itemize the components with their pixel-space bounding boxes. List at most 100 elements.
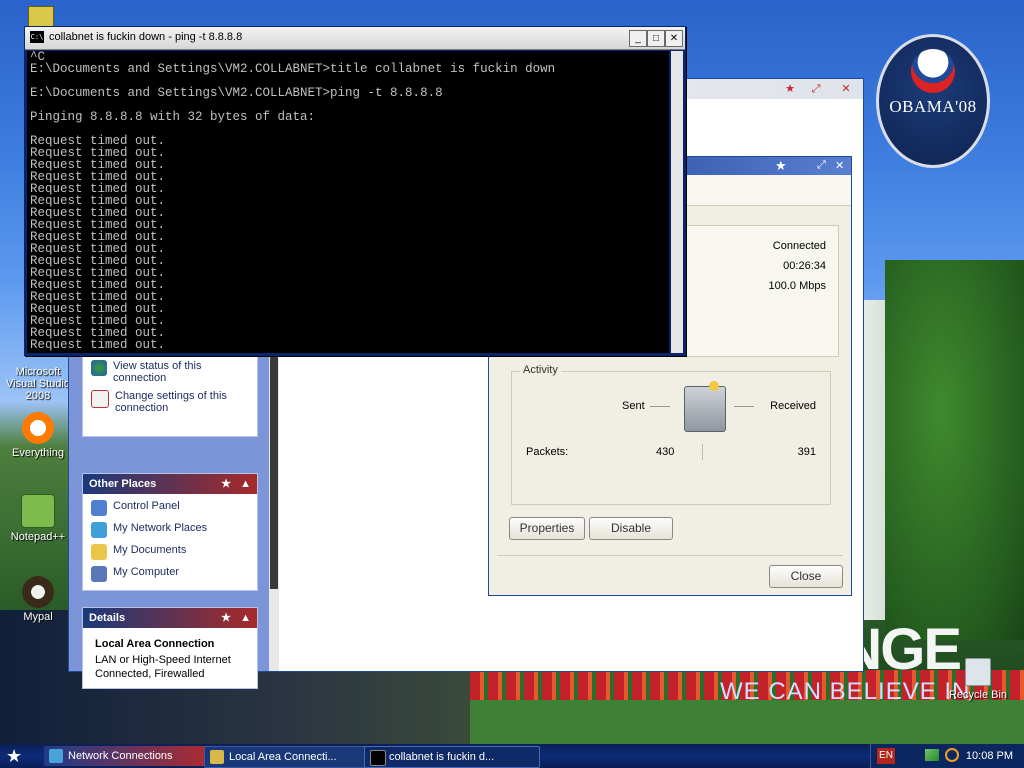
campaign-logo-icon xyxy=(911,49,955,93)
language-indicator[interactable]: EN xyxy=(877,748,895,764)
control-panel-icon xyxy=(91,500,107,516)
received-line xyxy=(734,406,754,407)
properties-button[interactable]: Properties xyxy=(509,517,585,540)
restore-button[interactable]: ⤢ xyxy=(809,82,823,96)
start-button-star-icon[interactable]: ★ xyxy=(6,746,22,766)
activity-group: Activity Sent Received Packets: 430 391 xyxy=(511,364,831,505)
details-connection-status: Connected, Firewalled xyxy=(95,668,205,680)
task-view-status[interactable]: View status of this connection xyxy=(91,360,249,384)
documents-icon xyxy=(91,544,107,560)
desktop-icon-everything[interactable]: Everything xyxy=(0,412,76,459)
campaign-badge: OBAMA'08 xyxy=(876,34,990,168)
duration-value: 00:26:34 xyxy=(783,260,826,272)
computer-icon xyxy=(91,566,107,582)
minimize-button[interactable]: _ xyxy=(629,30,647,47)
desktop-icon-label: Everything xyxy=(12,447,64,459)
wallpaper-grass xyxy=(470,700,1024,744)
cmd-icon xyxy=(370,750,386,766)
network-tray-icon[interactable] xyxy=(925,749,939,761)
taskbar-item-label: Network Connections xyxy=(68,750,173,762)
network-tasks-group: View status of this connection Change se… xyxy=(82,353,258,437)
desktop-icon-label: Recycle Bin xyxy=(948,689,1008,701)
scrollbar-thumb[interactable] xyxy=(270,349,278,589)
activity-label: Activity xyxy=(520,364,561,376)
mypal-icon xyxy=(22,576,54,608)
place-label: My Documents xyxy=(113,544,187,556)
cmd-window-title: collabnet is fuckin down - ping -t 8.8.8… xyxy=(49,31,243,43)
place-my-documents[interactable]: My Documents xyxy=(91,544,249,560)
everything-icon xyxy=(22,412,54,444)
wallpaper-trees xyxy=(885,260,1024,640)
desktop-icon-mypal[interactable]: Mypal xyxy=(0,576,76,623)
star-icon: ★ xyxy=(785,83,795,95)
sent-line xyxy=(650,406,670,407)
console-scrollbar[interactable] xyxy=(671,51,683,353)
packets-sent-value: 430 xyxy=(656,446,675,458)
taskbar-item-label: collabnet is fuckin d... xyxy=(389,751,495,763)
desktop-icon-label: Microsoft Visual Studio 2008 xyxy=(5,366,70,402)
desktop-icon-recycle-bin[interactable]: Recycle Bin xyxy=(940,658,1016,701)
console-output-area[interactable]: ^C E:\Documents and Settings\VM2.COLLABN… xyxy=(27,51,669,353)
status-value: Connected xyxy=(772,240,826,252)
details-header[interactable]: Details ★ ▲ xyxy=(83,608,257,628)
dialog-separator xyxy=(497,555,843,556)
received-label: Received xyxy=(770,400,816,412)
desktop-icon-label: Mypal xyxy=(23,611,53,623)
details-title: Details xyxy=(89,612,126,624)
taskbar-item-label: Local Area Connecti... xyxy=(229,751,337,763)
system-tray: EN 10:08 PM xyxy=(870,744,1024,768)
network-computers-icon xyxy=(684,381,726,432)
notepadpp-icon xyxy=(21,494,55,528)
other-places-header[interactable]: Other Places ★ ▲ xyxy=(83,474,257,494)
command-prompt-window: C:\ collabnet is fuckin down - ping -t 8… xyxy=(24,26,686,356)
task-label: Change settings of this connection xyxy=(115,390,227,414)
badge-text: OBAMA'08 xyxy=(889,97,977,116)
settings-icon xyxy=(91,390,109,408)
clock[interactable]: 10:08 PM xyxy=(966,744,1013,768)
speed-value: 100.0 Mbps xyxy=(768,280,826,292)
search-icon[interactable] xyxy=(945,748,959,762)
desktop-icon-visual-studio[interactable]: Microsoft Visual Studio 2008 xyxy=(0,366,76,402)
sent-label: Sent xyxy=(622,400,645,412)
task-label: View status of this connection xyxy=(113,360,202,384)
chevron-up-icon[interactable]: ▲ xyxy=(240,474,251,494)
help-button[interactable]: ⤢ xyxy=(817,159,826,172)
maximize-button[interactable]: □ xyxy=(647,30,665,47)
details-connection-name: Local Area Connection xyxy=(95,638,215,650)
desktop-icon-notepadpp[interactable]: Notepad++ xyxy=(0,494,76,543)
cmd-titlebar[interactable]: C:\ collabnet is fuckin down - ping -t 8… xyxy=(25,27,685,50)
network-connections-icon xyxy=(49,749,63,763)
details-connection-type: LAN or High-Speed Internet xyxy=(95,654,231,666)
taskbar-item-command-prompt[interactable]: collabnet is fuckin d... xyxy=(364,746,540,768)
place-label: My Computer xyxy=(113,566,180,578)
other-places-title: Other Places xyxy=(89,478,157,490)
recycle-bin-icon xyxy=(965,658,991,686)
close-button[interactable]: ✕ xyxy=(665,30,683,47)
console-text: ^C E:\Documents and Settings\VM2.COLLABN… xyxy=(30,51,556,352)
task-change-settings[interactable]: Change settings of this connection xyxy=(91,390,249,414)
cmd-icon: C:\ xyxy=(30,31,44,43)
star-icon: ★ xyxy=(221,612,231,624)
other-places-group: Other Places ★ ▲ Control Panel My Networ… xyxy=(82,473,258,591)
details-group: Details ★ ▲ Local Area Connection LAN or… xyxy=(82,607,258,689)
place-my-network-places[interactable]: My Network Places xyxy=(91,522,249,538)
close-button[interactable]: ✕ xyxy=(835,159,844,172)
close-button[interactable]: ✕ xyxy=(839,82,853,96)
desktop-icon-label: Notepad++ xyxy=(10,531,66,543)
disable-button[interactable]: Disable xyxy=(589,517,673,540)
chevron-up-icon[interactable]: ▲ xyxy=(240,608,251,628)
network-places-icon xyxy=(91,522,107,538)
place-control-panel[interactable]: Control Panel xyxy=(91,500,249,516)
status-icon xyxy=(91,360,107,376)
taskbar: ★ Network Connections Local Area Connect… xyxy=(0,744,1024,768)
packets-divider xyxy=(702,444,703,460)
place-label: My Network Places xyxy=(113,522,208,534)
place-my-computer[interactable]: My Computer xyxy=(91,566,249,582)
taskbar-item-network-connections[interactable]: Network Connections xyxy=(44,746,218,766)
taskbar-item-local-area-connection[interactable]: Local Area Connecti... xyxy=(204,746,382,768)
close-dialog-button[interactable]: Close xyxy=(769,565,843,588)
place-label: Control Panel xyxy=(113,500,180,512)
star-icon: ★ xyxy=(775,158,787,173)
star-icon: ★ xyxy=(221,478,231,490)
lan-icon xyxy=(210,750,224,764)
